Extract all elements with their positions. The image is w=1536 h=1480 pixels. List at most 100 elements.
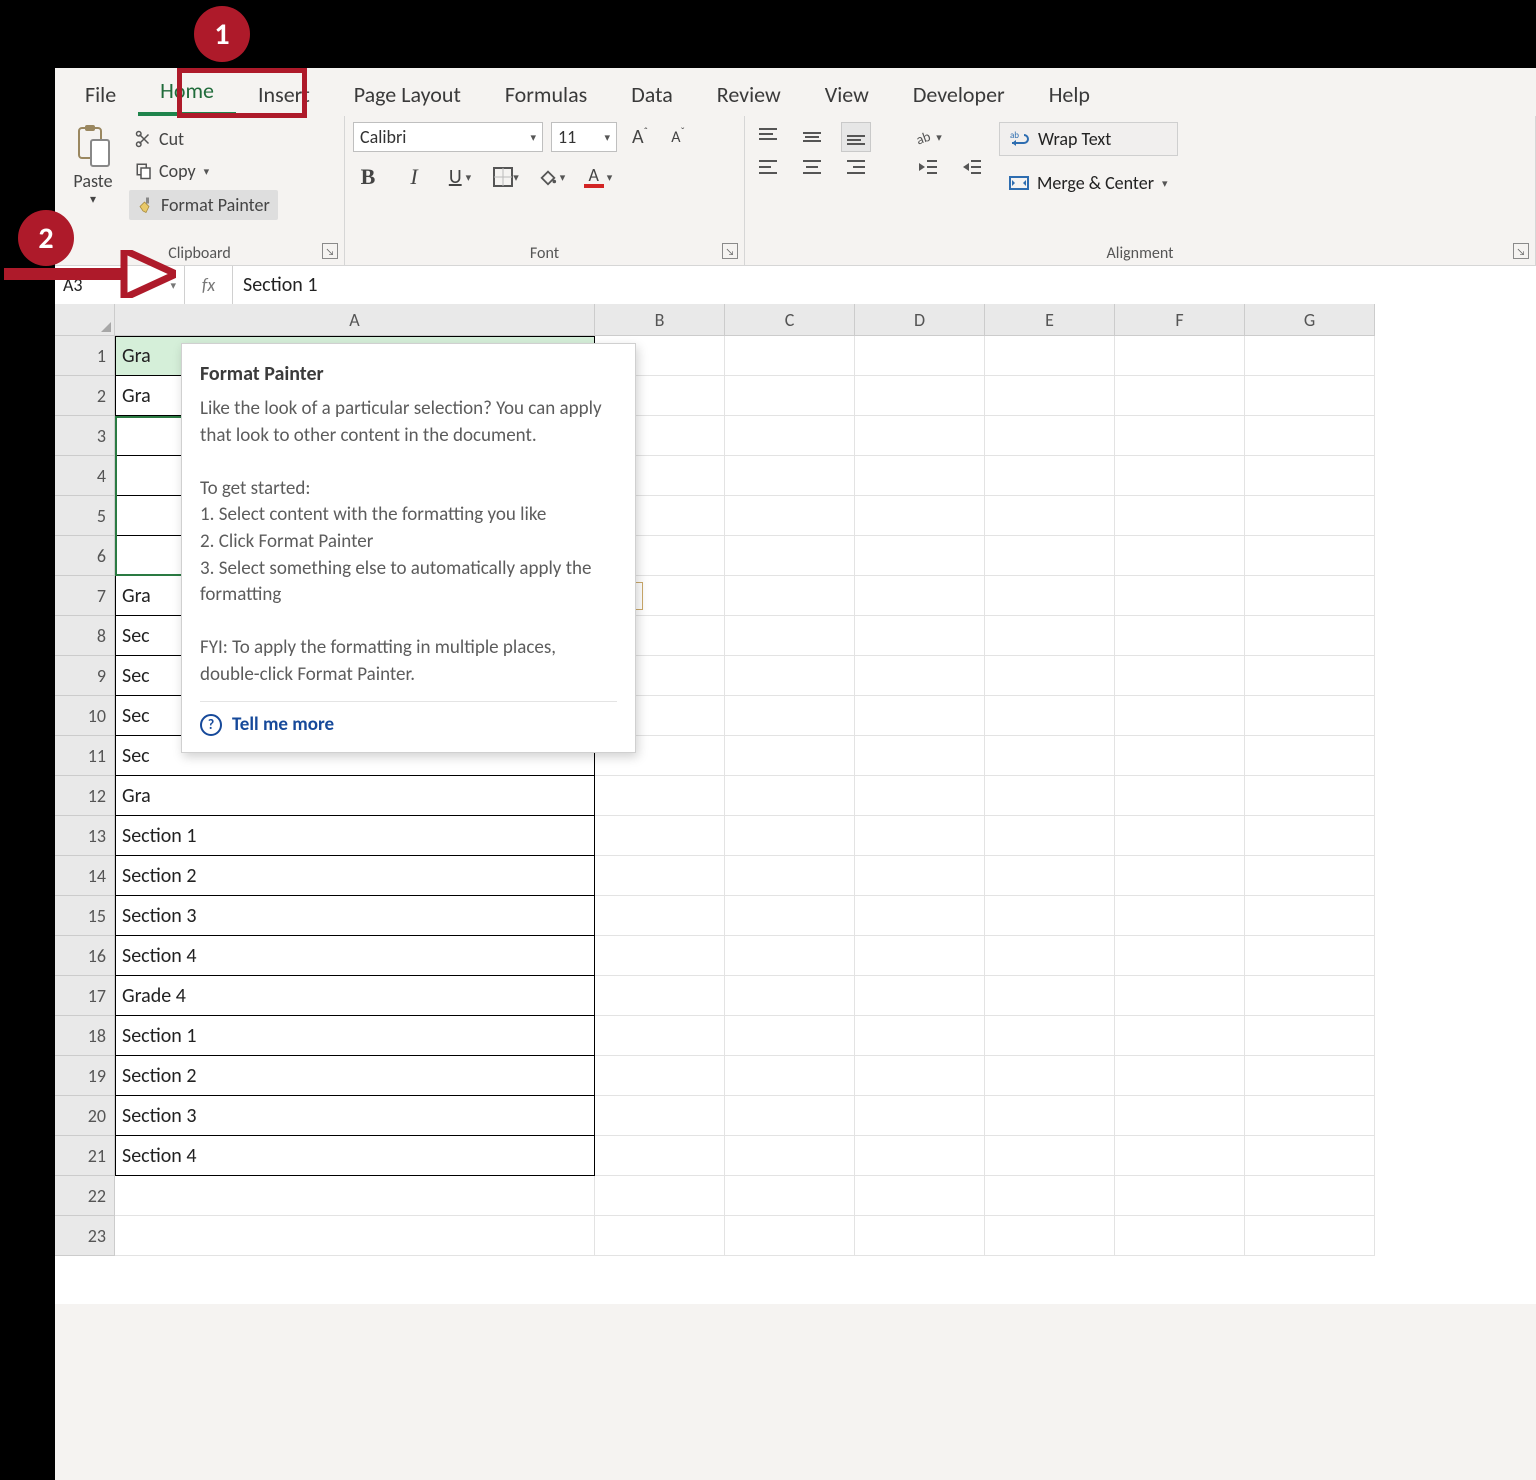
cell-D6[interactable] (855, 536, 985, 576)
cell-C19[interactable] (725, 1056, 855, 1096)
cell-B18[interactable] (595, 1016, 725, 1056)
cell-F10[interactable] (1115, 696, 1245, 736)
cell-B12[interactable] (595, 776, 725, 816)
cell-E6[interactable] (985, 536, 1115, 576)
column-header-E[interactable]: E (985, 304, 1115, 336)
cell-E16[interactable] (985, 936, 1115, 976)
cell-D15[interactable] (855, 896, 985, 936)
cell-C13[interactable] (725, 816, 855, 856)
cell-D20[interactable] (855, 1096, 985, 1136)
cell-C10[interactable] (725, 696, 855, 736)
cell-E12[interactable] (985, 776, 1115, 816)
cell-C16[interactable] (725, 936, 855, 976)
cell-E9[interactable] (985, 656, 1115, 696)
cell-C15[interactable] (725, 896, 855, 936)
cell-D1[interactable] (855, 336, 985, 376)
cell-F11[interactable] (1115, 736, 1245, 776)
row-header-11[interactable]: 11 (55, 736, 115, 776)
tooltip-tell-me-more[interactable]: ? Tell me more (200, 701, 617, 739)
cell-E17[interactable] (985, 976, 1115, 1016)
cell-B22[interactable] (595, 1176, 725, 1216)
cell-C23[interactable] (725, 1216, 855, 1256)
clipboard-launcher[interactable]: ↘ (322, 243, 338, 259)
cell-G6[interactable] (1245, 536, 1375, 576)
cell-G3[interactable] (1245, 416, 1375, 456)
cell-A21[interactable]: Section 4 (115, 1136, 595, 1176)
cell-C8[interactable] (725, 616, 855, 656)
cell-D10[interactable] (855, 696, 985, 736)
cell-E10[interactable] (985, 696, 1115, 736)
format-painter-button[interactable]: Format Painter (129, 190, 278, 220)
row-header-21[interactable]: 21 (55, 1136, 115, 1176)
align-left-button[interactable] (753, 152, 783, 182)
column-header-D[interactable]: D (855, 304, 985, 336)
font-name-combo[interactable]: Calibri▾ (353, 122, 543, 152)
cell-G21[interactable] (1245, 1136, 1375, 1176)
paste-dropdown[interactable]: ▾ (90, 192, 96, 207)
row-header-1[interactable]: 1 (55, 336, 115, 376)
tab-help[interactable]: Help (1027, 73, 1112, 116)
cell-A22[interactable] (115, 1176, 595, 1216)
cell-F5[interactable] (1115, 496, 1245, 536)
cell-F19[interactable] (1115, 1056, 1245, 1096)
row-header-9[interactable]: 9 (55, 656, 115, 696)
cell-C1[interactable] (725, 336, 855, 376)
row-header-17[interactable]: 17 (55, 976, 115, 1016)
cell-E8[interactable] (985, 616, 1115, 656)
cell-F16[interactable] (1115, 936, 1245, 976)
cell-B19[interactable] (595, 1056, 725, 1096)
cell-G1[interactable] (1245, 336, 1375, 376)
cell-E5[interactable] (985, 496, 1115, 536)
cell-C21[interactable] (725, 1136, 855, 1176)
cell-E19[interactable] (985, 1056, 1115, 1096)
cell-F1[interactable] (1115, 336, 1245, 376)
cell-D21[interactable] (855, 1136, 985, 1176)
insert-function-button[interactable]: fx (185, 266, 233, 304)
cell-D9[interactable] (855, 656, 985, 696)
cell-C3[interactable] (725, 416, 855, 456)
cell-G4[interactable] (1245, 456, 1375, 496)
cell-D17[interactable] (855, 976, 985, 1016)
cell-B16[interactable] (595, 936, 725, 976)
cell-A14[interactable]: Section 2 (115, 856, 595, 896)
cell-A19[interactable]: Section 2 (115, 1056, 595, 1096)
decrease-font-button[interactable]: Aˇ (663, 122, 693, 152)
cell-E20[interactable] (985, 1096, 1115, 1136)
row-header-19[interactable]: 19 (55, 1056, 115, 1096)
tab-view[interactable]: View (803, 73, 891, 116)
cell-C9[interactable] (725, 656, 855, 696)
cell-C5[interactable] (725, 496, 855, 536)
cell-A15[interactable]: Section 3 (115, 896, 595, 936)
cell-A17[interactable]: Grade 4 (115, 976, 595, 1016)
cell-D16[interactable] (855, 936, 985, 976)
cell-B21[interactable] (595, 1136, 725, 1176)
cell-C2[interactable] (725, 376, 855, 416)
cell-G2[interactable] (1245, 376, 1375, 416)
row-header-16[interactable]: 16 (55, 936, 115, 976)
cell-G9[interactable] (1245, 656, 1375, 696)
cell-G10[interactable] (1245, 696, 1375, 736)
paste-label[interactable]: Paste (73, 170, 112, 192)
cell-B15[interactable] (595, 896, 725, 936)
align-bottom-button[interactable] (841, 122, 871, 152)
cell-F18[interactable] (1115, 1016, 1245, 1056)
cell-G18[interactable] (1245, 1016, 1375, 1056)
cell-E7[interactable] (985, 576, 1115, 616)
cell-D11[interactable] (855, 736, 985, 776)
row-header-10[interactable]: 10 (55, 696, 115, 736)
cell-B20[interactable] (595, 1096, 725, 1136)
cell-F17[interactable] (1115, 976, 1245, 1016)
align-right-button[interactable] (841, 152, 871, 182)
cell-D22[interactable] (855, 1176, 985, 1216)
cell-D2[interactable] (855, 376, 985, 416)
cell-F21[interactable] (1115, 1136, 1245, 1176)
cell-B14[interactable] (595, 856, 725, 896)
row-header-20[interactable]: 20 (55, 1096, 115, 1136)
copy-button[interactable]: Copy ▾ (129, 158, 278, 184)
cell-F4[interactable] (1115, 456, 1245, 496)
cell-D23[interactable] (855, 1216, 985, 1256)
cell-G7[interactable] (1245, 576, 1375, 616)
tab-file[interactable]: File (63, 73, 138, 116)
cell-F13[interactable] (1115, 816, 1245, 856)
row-header-18[interactable]: 18 (55, 1016, 115, 1056)
